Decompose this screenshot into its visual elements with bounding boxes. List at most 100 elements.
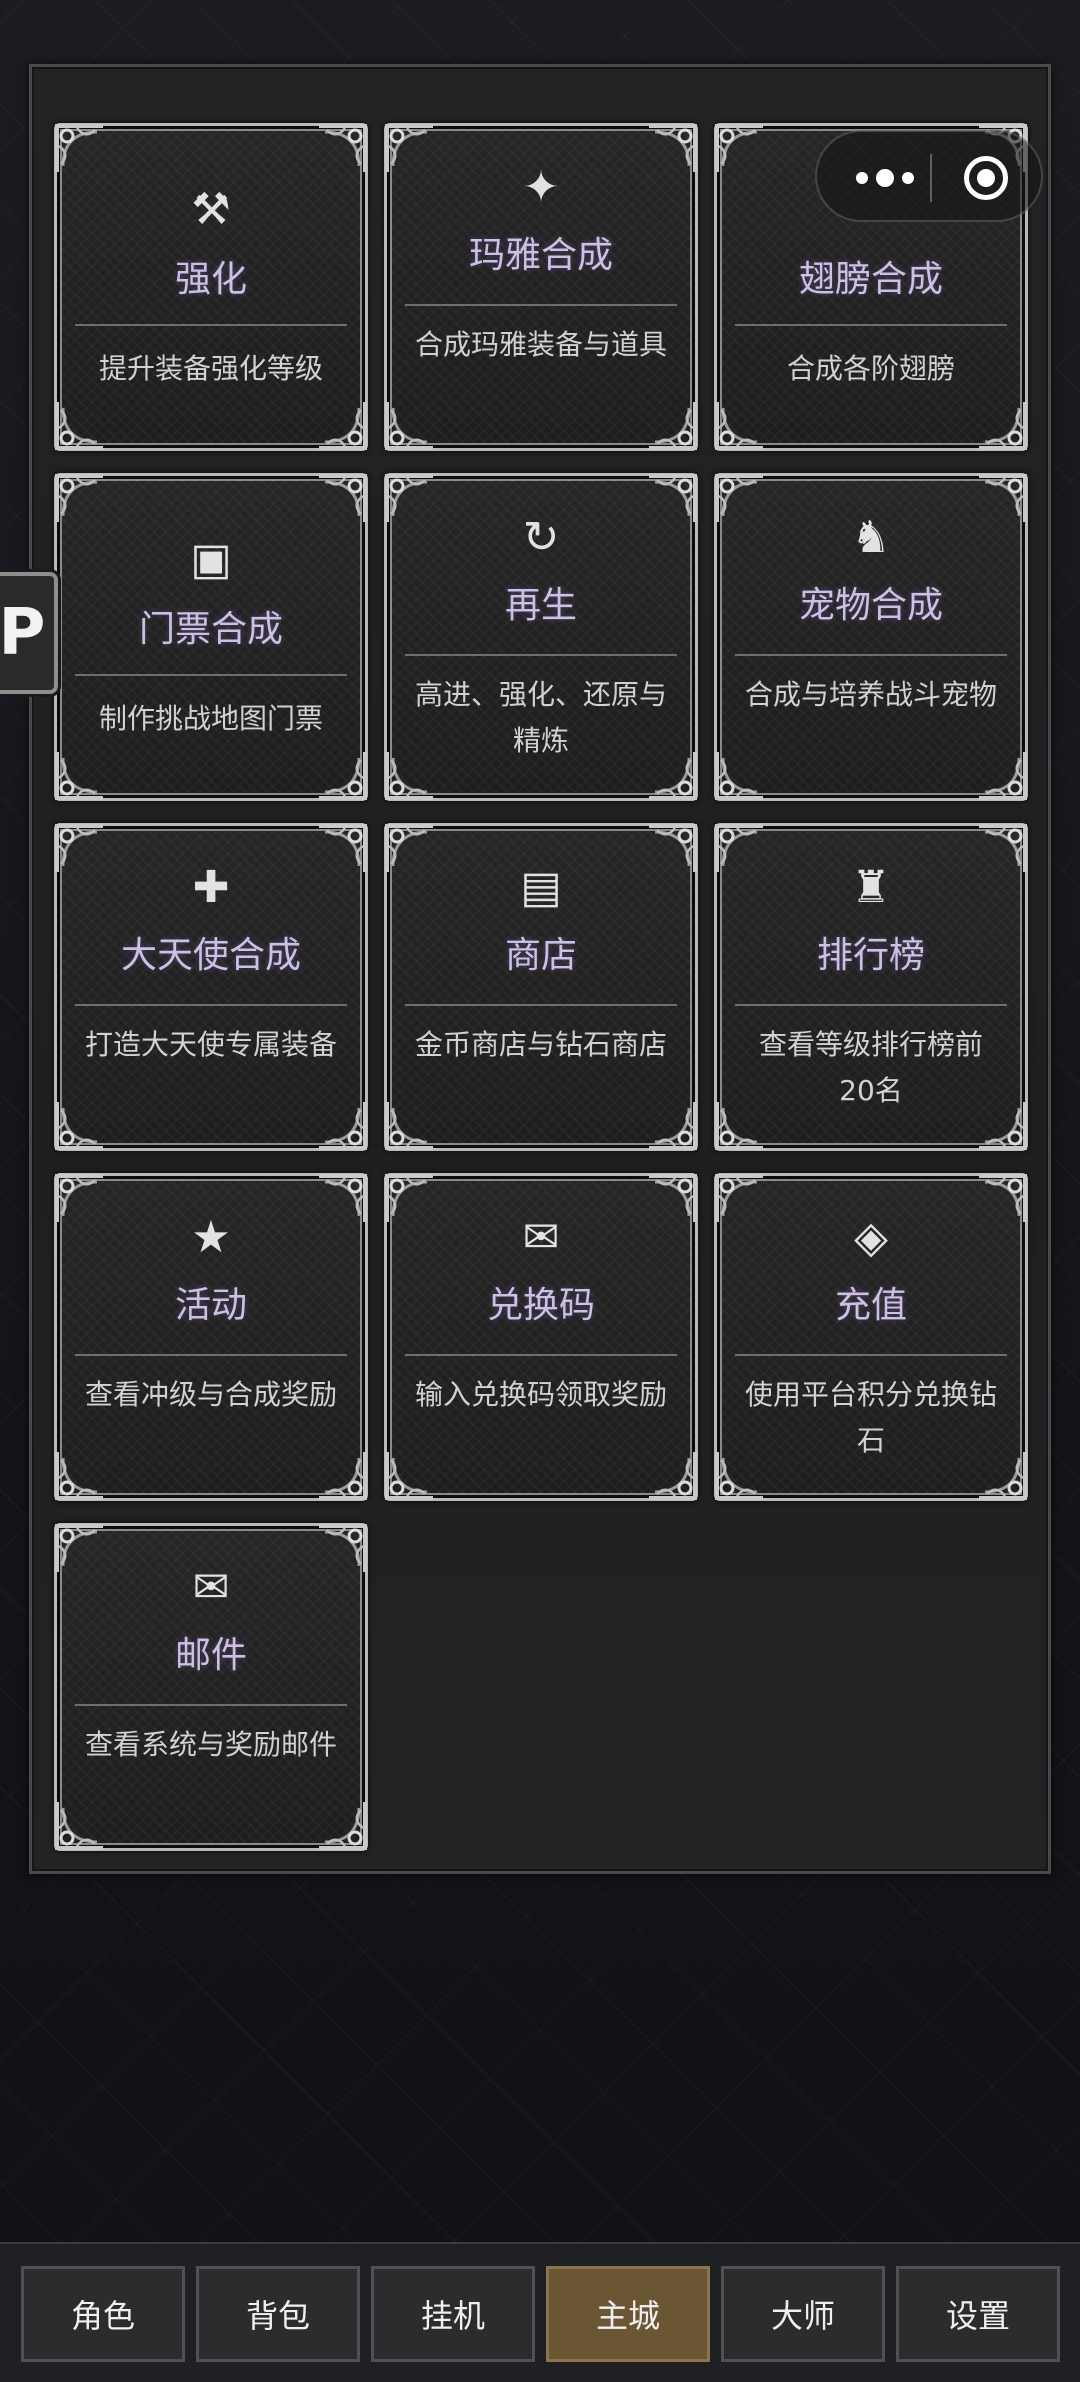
close-miniprogram-button[interactable] bbox=[964, 156, 1008, 200]
card-divider bbox=[735, 1004, 1007, 1006]
nav-tab-3[interactable]: 挂机 bbox=[371, 2266, 535, 2362]
card-description: 合成玛雅装备与道具 bbox=[414, 328, 667, 361]
card-divider bbox=[735, 654, 1007, 656]
card-description: 高进、强化、还原与精炼 bbox=[414, 678, 667, 757]
mini-program-capsule bbox=[815, 130, 1043, 222]
feature-card-12[interactable]: ◈ 充值 使用平台积分兑换钻石 bbox=[714, 1173, 1028, 1501]
refresh-icon: ↻ bbox=[522, 512, 560, 563]
horse-icon: ♞ bbox=[851, 512, 891, 563]
more-dot-icon bbox=[856, 172, 868, 184]
ornament-corner bbox=[383, 1098, 437, 1152]
card-title: 宠物合成 bbox=[798, 585, 943, 626]
card-divider bbox=[75, 324, 347, 326]
feature-card-10[interactable]: ★ 活动查看冲级与合成奖励 bbox=[54, 1173, 368, 1501]
card-description: 金币商店与钻石商店 bbox=[414, 1028, 667, 1061]
card-title: 兑换码 bbox=[486, 1285, 595, 1326]
card-divider bbox=[405, 1354, 677, 1356]
ornament-corner bbox=[53, 472, 107, 526]
card-title: 商店 bbox=[504, 935, 577, 976]
envelope-icon: ✉ bbox=[522, 1212, 560, 1263]
ornament-corner bbox=[645, 1098, 699, 1152]
card-title: 门票合成 bbox=[138, 609, 283, 650]
ornament-corner bbox=[713, 398, 767, 452]
more-dot-icon bbox=[876, 169, 894, 187]
card-description: 提升装备强化等级 bbox=[98, 352, 323, 385]
nav-tab-5[interactable]: 大师 bbox=[721, 2266, 885, 2362]
feature-card-4[interactable]: ▣ 门票合成制作挑战地图门票 bbox=[54, 473, 368, 801]
card-description: 打造大天使专属装备 bbox=[84, 1028, 337, 1061]
side-tab-p[interactable]: P bbox=[0, 572, 58, 694]
feature-card-1[interactable]: ⚒ 强化提升装备强化等级 bbox=[54, 123, 368, 451]
cross-icon: ✚ bbox=[192, 862, 230, 913]
card-title: 排行榜 bbox=[816, 935, 925, 976]
mail-icon: ✉ bbox=[192, 1562, 230, 1613]
card-description: 合成与培养战斗宠物 bbox=[744, 678, 997, 711]
ornament-corner bbox=[713, 748, 767, 802]
ornament-corner bbox=[645, 1448, 699, 1502]
ornament-corner bbox=[645, 398, 699, 452]
card-divider bbox=[405, 654, 677, 656]
card-description: 查看系统与奖励邮件 bbox=[84, 1728, 337, 1761]
feature-grid: ⚒ 强化 提升装备强化等级 ✦ 玛雅合成 合成玛雅装备与道具 翅膀合成 合成各阶翅膀 bbox=[54, 123, 1028, 1851]
card-title: 大天使合成 bbox=[120, 935, 301, 976]
card-description: 合成各阶翅膀 bbox=[786, 352, 955, 385]
ornament-corner bbox=[53, 748, 107, 802]
card-description: 输入兑换码领取奖励 bbox=[414, 1378, 667, 1411]
card-description: 制作挑战地图门票 bbox=[98, 702, 323, 735]
nav-tab-4[interactable]: 主城 bbox=[546, 2266, 710, 2362]
capsule-divider bbox=[930, 154, 932, 202]
ornament-corner bbox=[315, 748, 369, 802]
shop-list-icon: ▤ bbox=[520, 862, 562, 913]
ornament-corner bbox=[315, 1798, 369, 1852]
card-divider bbox=[735, 1354, 1007, 1356]
card-divider bbox=[405, 1004, 677, 1006]
card-description: 查看冲级与合成奖励 bbox=[84, 1378, 337, 1411]
more-options-button[interactable] bbox=[847, 162, 923, 194]
card-title: 邮件 bbox=[174, 1635, 247, 1676]
ornament-corner bbox=[315, 122, 369, 176]
card-title: 活动 bbox=[174, 1285, 247, 1326]
feature-card-7[interactable]: ✚ 大天使合成打造大天使专属装备 bbox=[54, 823, 368, 1151]
ornament-corner bbox=[53, 1798, 107, 1852]
ornament-corner bbox=[315, 398, 369, 452]
nav-tab-1[interactable]: 角色 bbox=[21, 2266, 185, 2362]
main-panel: ⚒ 强化 提升装备强化等级 ✦ 玛雅合成 合成玛雅装备与道具 翅膀合成 合成各阶翅膀 bbox=[29, 64, 1051, 1874]
nav-tab-6[interactable]: 设置 bbox=[896, 2266, 1060, 2362]
feature-card-6[interactable]: ♞ 宠物合成合成与培养战斗宠物 bbox=[714, 473, 1028, 801]
ornament-corner bbox=[315, 472, 369, 526]
ornament-corner bbox=[383, 398, 437, 452]
ornament-corner bbox=[383, 1448, 437, 1502]
ornament-corner bbox=[975, 748, 1029, 802]
feature-card-8[interactable]: ▤ 商店金币商店与钻石商店 bbox=[384, 823, 698, 1151]
card-title: 玛雅合成 bbox=[468, 235, 613, 276]
ticket-icon: ▣ bbox=[190, 534, 232, 585]
ornament-corner bbox=[975, 398, 1029, 452]
ornament-corner bbox=[315, 1448, 369, 1502]
feature-card-11[interactable]: ✉ 兑换码输入兑换码领取奖励 bbox=[384, 1173, 698, 1501]
card-title: 再生 bbox=[504, 585, 577, 626]
ornament-corner bbox=[53, 122, 107, 176]
card-description: 使用平台积分兑换钻石 bbox=[744, 1378, 997, 1457]
card-divider bbox=[75, 1004, 347, 1006]
card-divider bbox=[735, 324, 1007, 326]
sparkle-star-icon: ✦ bbox=[522, 162, 560, 213]
ornament-corner bbox=[53, 398, 107, 452]
card-title: 强化 bbox=[174, 259, 247, 300]
nav-tab-2[interactable]: 背包 bbox=[196, 2266, 360, 2362]
hammer-icon: ⚒ bbox=[191, 184, 231, 235]
ornament-corner bbox=[53, 1448, 107, 1502]
bottom-nav-bar: 角色 背包 挂机 主城 大师 设置 bbox=[0, 2242, 1080, 2382]
feature-card-9[interactable]: ♜ 排行榜查看等级排行榜前20名 bbox=[714, 823, 1028, 1151]
feature-card-13[interactable]: ✉ 邮件查看系统与奖励邮件 bbox=[54, 1523, 368, 1851]
ornament-corner bbox=[713, 122, 767, 176]
star-icon: ★ bbox=[191, 1212, 231, 1263]
diamond-icon: ◈ bbox=[854, 1212, 888, 1263]
card-divider bbox=[75, 1704, 347, 1706]
feature-card-5[interactable]: ↻ 再生高进、强化、还原与精炼 bbox=[384, 473, 698, 801]
feature-card-2[interactable]: ✦ 玛雅合成合成玛雅装备与道具 bbox=[384, 123, 698, 451]
card-description: 查看等级排行榜前20名 bbox=[758, 1028, 983, 1107]
rook-trophy-icon: ♜ bbox=[851, 862, 891, 913]
card-divider bbox=[75, 674, 347, 676]
more-dot-icon bbox=[902, 172, 914, 184]
card-divider bbox=[405, 304, 677, 306]
